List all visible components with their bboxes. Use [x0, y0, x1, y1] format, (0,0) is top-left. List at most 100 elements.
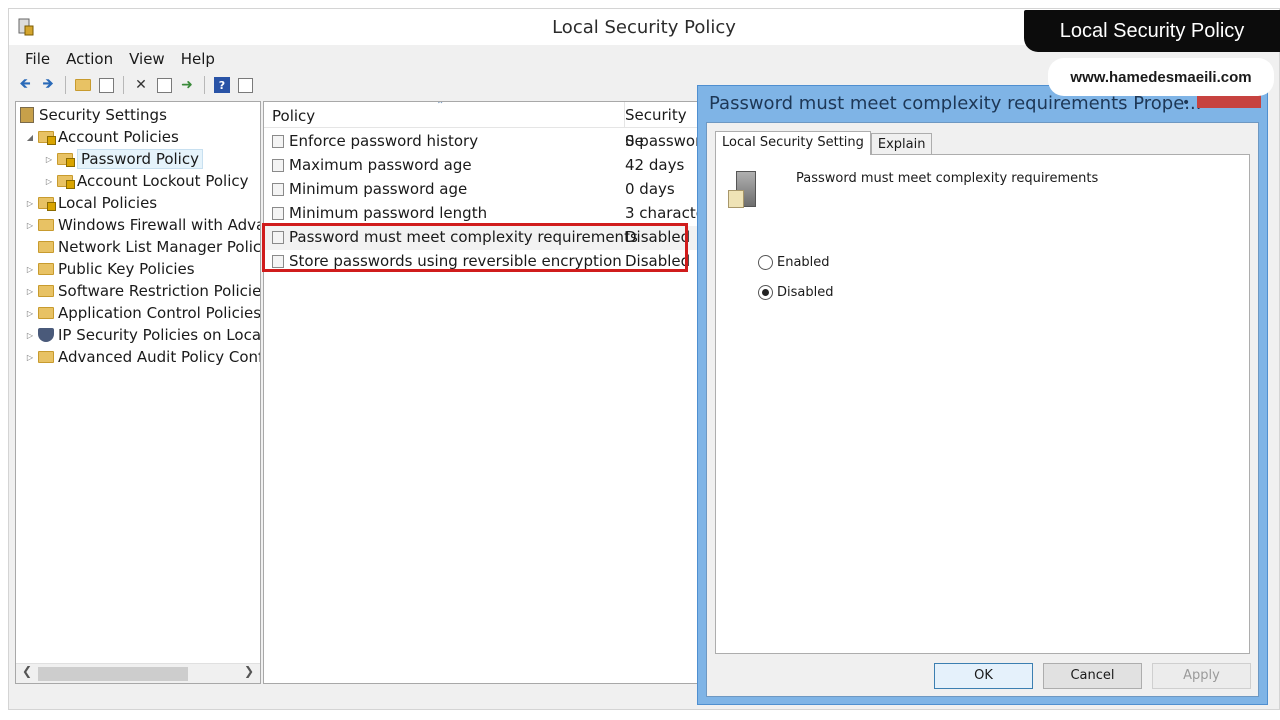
table-row[interactable]: Minimum password age 0 days [264, 178, 702, 202]
policy-list-pane: Policy ⌃ Security Se Enforce password hi… [263, 101, 703, 684]
radio-disabled[interactable]: Disabled [758, 285, 833, 300]
menu-action[interactable]: Action [58, 47, 121, 71]
expand-arrow-icon[interactable]: ▷ [43, 177, 55, 186]
ip-security-icon [38, 328, 54, 342]
tree-label: Network List Manager Policies [58, 238, 261, 256]
tree-label: Advanced Audit Policy Config [58, 348, 261, 366]
tab-panel: Password must meet complexity requiremen… [715, 154, 1250, 654]
expand-arrow-icon[interactable]: ▷ [24, 265, 36, 274]
policy-setting: 3 character [625, 204, 703, 222]
sort-ascending-icon: ⌃ [436, 101, 445, 111]
apply-button[interactable]: Apply [1152, 663, 1251, 689]
title-banner: Local Security Policy [1024, 10, 1280, 52]
export-list-icon[interactable]: ➜ [177, 75, 197, 95]
scrollbar-thumb[interactable] [38, 667, 188, 681]
tree-item-account-lockout-policy[interactable]: ▷ Account Lockout Policy [43, 171, 249, 191]
highlight-annotation [262, 223, 688, 272]
menu-view[interactable]: View [121, 47, 173, 71]
folder-lock-icon [38, 131, 56, 145]
tree-label: Security Settings [39, 106, 167, 124]
ok-button[interactable]: OK [934, 663, 1033, 689]
folder-icon [38, 219, 54, 231]
policy-name: Enforce password history [289, 132, 479, 150]
radio-label: Enabled [777, 255, 830, 270]
policy-icon [272, 207, 284, 220]
server-policy-icon [728, 171, 756, 208]
tab-explain[interactable]: Explain [870, 133, 933, 155]
expand-arrow-icon[interactable]: ▷ [24, 309, 36, 318]
tree-item-password-policy[interactable]: ▷ Password Policy [43, 149, 203, 169]
tree-label: Windows Firewall with Advanc [58, 216, 261, 234]
expand-arrow-icon[interactable]: ▷ [24, 287, 36, 296]
policy-setting: 0 days [625, 180, 675, 198]
tree-label: Public Key Policies [58, 260, 195, 278]
dialog-title: Password must meet complexity requiremen… [709, 93, 1202, 114]
policy-setting: 0 password [625, 132, 703, 150]
horizontal-scrollbar[interactable]: ❮ ❯ [16, 663, 260, 683]
forward-icon[interactable]: 🡺 [38, 75, 58, 95]
tree-item-advanced-audit[interactable]: ▷ Advanced Audit Policy Config [24, 347, 261, 367]
radio-enabled[interactable]: Enabled [758, 255, 830, 270]
collapse-arrow-icon[interactable]: ◢ [24, 133, 36, 142]
action-pane-icon[interactable] [235, 75, 255, 95]
tree-item-network-list-manager[interactable]: Network List Manager Policies [24, 237, 261, 257]
scroll-left-icon[interactable]: ❮ [22, 664, 32, 678]
folder-icon [38, 351, 54, 363]
dialog-body: Local Security Setting Explain Password … [706, 122, 1259, 697]
tree-label: IP Security Policies on Local C [58, 326, 261, 344]
folder-lock-icon [38, 197, 56, 211]
policy-name: Maximum password age [289, 156, 472, 174]
help-icon[interactable]: ? [212, 75, 232, 95]
policy-icon [272, 135, 284, 148]
tree-label: Application Control Policies [58, 304, 261, 322]
website-watermark: www.hamedesmaeili.com [1048, 58, 1274, 96]
tree-label: Account Policies [58, 128, 179, 146]
expand-arrow-icon[interactable]: ▷ [24, 221, 36, 230]
back-icon[interactable]: 🡸 [15, 75, 35, 95]
show-hide-tree-icon[interactable] [96, 75, 116, 95]
expand-arrow-icon[interactable]: ▷ [24, 331, 36, 340]
menu-file[interactable]: File [17, 47, 58, 71]
toolbar-separator [65, 76, 66, 94]
folder-icon [38, 307, 54, 319]
tree-item-security-settings[interactable]: Security Settings [20, 105, 167, 125]
policy-title: Password must meet complexity requiremen… [796, 171, 1099, 186]
tree-item-software-restriction[interactable]: ▷ Software Restriction Policies [24, 281, 261, 301]
folder-icon [38, 285, 54, 297]
security-settings-icon [20, 107, 34, 123]
column-header-security-setting[interactable]: Security Se [624, 102, 702, 150]
tree-label: Software Restriction Policies [58, 282, 261, 300]
expand-arrow-icon[interactable]: ▷ [24, 199, 36, 208]
tab-local-security-setting[interactable]: Local Security Setting [715, 131, 871, 155]
expand-arrow-icon[interactable]: ▷ [24, 353, 36, 362]
tree-item-public-key-policies[interactable]: ▷ Public Key Policies [24, 259, 195, 279]
radio-button-icon[interactable] [758, 255, 773, 270]
policy-name: Minimum password age [289, 180, 468, 198]
properties-icon[interactable] [154, 75, 174, 95]
list-header: Policy ⌃ Security Se [264, 101, 702, 150]
tree-item-local-policies[interactable]: ▷ Local Policies [24, 193, 157, 213]
toolbar-separator [204, 76, 205, 94]
tree-item-windows-firewall[interactable]: ▷ Windows Firewall with Advanc [24, 215, 261, 235]
folder-icon [38, 263, 54, 275]
policy-setting: 42 days [625, 156, 685, 174]
up-folder-icon[interactable] [73, 75, 93, 95]
tree-item-account-policies[interactable]: ◢ Account Policies [24, 127, 179, 147]
menu-help[interactable]: Help [173, 47, 223, 71]
tree-label: Local Policies [58, 194, 158, 212]
policy-icon [272, 183, 284, 196]
dialog-menu-dot: • [1182, 95, 1191, 111]
scroll-right-icon[interactable]: ❯ [244, 664, 254, 678]
delete-icon[interactable]: ✕ [131, 75, 151, 95]
table-row[interactable]: Maximum password age 42 days [264, 154, 702, 178]
table-row[interactable]: Enforce password history 0 password [264, 130, 702, 154]
folder-icon [38, 241, 54, 253]
expand-arrow-icon[interactable]: ▷ [43, 155, 55, 164]
tree-pane: Security Settings ◢ Account Policies ▷ P… [15, 101, 261, 684]
radio-button-selected-icon[interactable] [758, 285, 773, 300]
column-header-policy[interactable]: Policy [272, 107, 315, 125]
tree-item-ip-security[interactable]: ▷ IP Security Policies on Local C [24, 325, 261, 345]
cancel-button[interactable]: Cancel [1043, 663, 1142, 689]
radio-label: Disabled [777, 285, 834, 300]
tree-item-application-control[interactable]: ▷ Application Control Policies [24, 303, 261, 323]
